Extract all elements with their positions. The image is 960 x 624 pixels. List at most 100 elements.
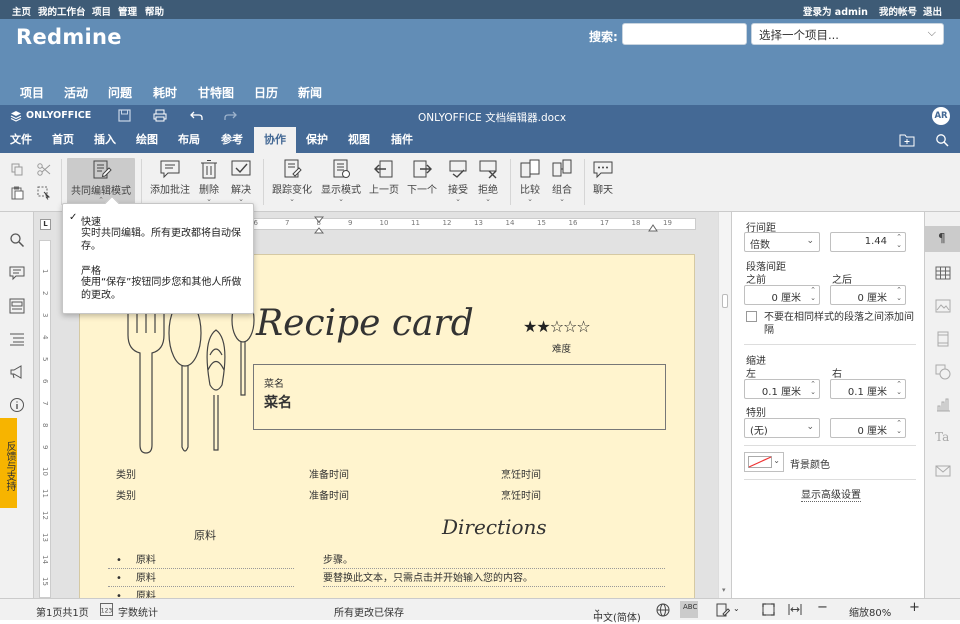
tab-home[interactable]: 首页 xyxy=(44,127,82,153)
language-selector[interactable]: 中文(简体) ⌄ xyxy=(593,604,641,624)
scrollbar-thumb[interactable] xyxy=(722,294,728,308)
co-edit-strict-option[interactable]: 严格 使用“保存”按钮同步您和其他人所做的更改。 xyxy=(63,259,253,305)
special-indent-input[interactable]: 0 厘米 ⌃ ⌄ xyxy=(830,418,906,438)
shape-icon[interactable] xyxy=(935,364,951,380)
cut-icon[interactable] xyxy=(37,163,51,176)
top-link-home[interactable]: 主页 xyxy=(12,4,31,18)
indent-right-input[interactable]: 0.1 厘米 ⌃ ⌄ xyxy=(830,379,906,399)
spinner-icon[interactable]: ⌃ ⌄ xyxy=(810,380,816,396)
track-changes-button[interactable]: 跟踪变化 ⌄ xyxy=(270,159,314,203)
zoom-in-icon[interactable]: + xyxy=(909,600,920,615)
spinner-icon[interactable]: ⌃ ⌄ xyxy=(896,286,902,302)
special-indent-select[interactable]: (无) ⌄ xyxy=(744,418,820,438)
menu-spent-time[interactable]: 耗时 xyxy=(153,84,177,101)
menu-calendar[interactable]: 日历 xyxy=(254,84,278,101)
compare-button[interactable]: 比较 ⌄ xyxy=(516,159,544,203)
accept-change-button[interactable]: 接受 ⌄ xyxy=(444,159,472,203)
co-edit-fast-option[interactable]: ✓ 快速 实时共同编辑。所有更改都将自动保存。 xyxy=(63,210,253,252)
combine-button[interactable]: 组合 ⌄ xyxy=(548,159,576,203)
menu-activity[interactable]: 活动 xyxy=(64,84,88,101)
comments-icon[interactable] xyxy=(9,265,25,281)
top-link-projects[interactable]: 项目 xyxy=(92,4,111,18)
tab-references[interactable]: 参考 xyxy=(212,127,252,153)
logout-link[interactable]: 退出 xyxy=(923,4,942,18)
word-count-button[interactable]: 字数统计 xyxy=(118,604,158,619)
spacing-before-input[interactable]: 0 厘米 ⌃ ⌄ xyxy=(744,285,820,305)
indent-marker-icon[interactable] xyxy=(314,216,324,234)
search-icon[interactable] xyxy=(9,232,25,248)
page-count[interactable]: 第1页共1页 xyxy=(36,604,89,619)
open-folder-icon[interactable] xyxy=(899,133,915,147)
save-icon[interactable] xyxy=(118,109,131,122)
mail-merge-icon[interactable] xyxy=(935,463,951,479)
line-spacing-type-select[interactable]: 倍数 ⌄ xyxy=(744,232,820,252)
vertical-scrollbar[interactable]: ▾ xyxy=(718,212,731,598)
no-space-checkbox[interactable] xyxy=(746,311,757,322)
menu-news[interactable]: 新闻 xyxy=(298,84,322,101)
search-icon[interactable] xyxy=(935,133,949,147)
announcement-icon[interactable] xyxy=(9,364,25,380)
undo-icon[interactable] xyxy=(190,110,203,121)
next-change-button[interactable]: 下一个 xyxy=(405,159,439,196)
feedback-tab[interactable]: 反馈与支持 xyxy=(0,418,17,508)
chevron-down-icon[interactable]: ⌄ xyxy=(733,604,740,613)
copy-icon[interactable] xyxy=(11,163,24,176)
project-jump-select[interactable]: 选择一个项目... ⌵ xyxy=(751,23,944,45)
spinner-icon[interactable]: ⌃ ⌄ xyxy=(896,233,902,249)
paste-icon[interactable] xyxy=(11,186,24,200)
chart-icon[interactable] xyxy=(935,397,951,413)
spellcheck-toggle[interactable]: ABC xyxy=(680,601,698,618)
chat-button[interactable]: 聊天 xyxy=(590,159,616,196)
line-spacing-value-input[interactable]: 1.44 ⌃ ⌄ xyxy=(830,232,906,252)
spinner-icon[interactable]: ⌃ ⌄ xyxy=(896,419,902,435)
menu-issues[interactable]: 问题 xyxy=(108,84,132,101)
right-indent-marker-icon[interactable] xyxy=(648,222,658,232)
indent-left-input[interactable]: 0.1 厘米 ⌃ ⌄ xyxy=(744,379,820,399)
top-link-my-page[interactable]: 我的工作台 xyxy=(38,4,86,18)
search-input[interactable] xyxy=(622,23,747,45)
tab-layout[interactable]: 布局 xyxy=(170,127,208,153)
zoom-level[interactable]: 缩放80% xyxy=(849,604,891,619)
top-link-admin[interactable]: 管理 xyxy=(118,4,137,18)
menu-gantt[interactable]: 甘特图 xyxy=(198,84,234,101)
zoom-out-icon[interactable]: − xyxy=(817,600,828,615)
top-link-help[interactable]: 帮助 xyxy=(145,4,164,18)
background-color-picker[interactable]: ⌄ xyxy=(744,452,784,472)
scroll-down-icon[interactable]: ▾ xyxy=(722,586,726,594)
spacing-after-input[interactable]: 0 厘米 ⌃ ⌄ xyxy=(830,285,906,305)
tab-file[interactable]: 文件 xyxy=(2,127,40,153)
spinner-icon[interactable]: ⌃ ⌄ xyxy=(810,286,816,302)
vertical-ruler[interactable]: 12345678910111213141516 xyxy=(39,240,51,598)
text-art-icon[interactable]: Ta xyxy=(935,430,951,446)
reject-change-button[interactable]: 拒绝 ⌄ xyxy=(475,159,501,203)
user-avatar[interactable]: AR xyxy=(932,107,950,125)
tab-view[interactable]: 视图 xyxy=(340,127,378,153)
table-icon[interactable] xyxy=(935,265,951,281)
delete-comment-button[interactable]: 删除 ⌄ xyxy=(196,159,222,203)
track-changes-status-icon[interactable] xyxy=(716,603,730,617)
fit-page-icon[interactable] xyxy=(762,603,775,616)
redo-icon[interactable] xyxy=(224,110,237,121)
print-icon[interactable] xyxy=(153,109,167,122)
info-icon[interactable] xyxy=(9,397,25,413)
display-mode-button[interactable]: 显示模式 ⌄ xyxy=(318,159,364,203)
show-advanced-settings-link[interactable]: 显示高级设置 xyxy=(801,486,861,502)
headings-icon[interactable] xyxy=(9,331,25,347)
header-footer-icon[interactable] xyxy=(935,331,951,347)
paragraph-settings-tab[interactable]: ¶ xyxy=(925,226,960,252)
tab-protection[interactable]: 保护 xyxy=(298,127,336,153)
spinner-icon[interactable]: ⌃ ⌄ xyxy=(896,380,902,396)
tab-collaboration[interactable]: 协作 xyxy=(254,127,296,153)
menu-projects[interactable]: 项目 xyxy=(20,84,44,101)
previous-change-button[interactable]: 上一页 xyxy=(368,159,400,196)
resolve-comment-button[interactable]: 解决 ⌄ xyxy=(227,159,255,203)
fit-width-icon[interactable] xyxy=(788,603,802,616)
select-all-icon[interactable] xyxy=(37,186,51,200)
add-comment-button[interactable]: 添加批注 xyxy=(148,159,192,196)
my-account-link[interactable]: 我的帐号 xyxy=(879,4,917,18)
redmine-logo[interactable]: Redmine xyxy=(16,25,122,49)
tab-insert[interactable]: 插入 xyxy=(86,127,124,153)
tab-draw[interactable]: 绘图 xyxy=(128,127,166,153)
image-icon[interactable] xyxy=(935,298,951,314)
navigation-icon[interactable] xyxy=(9,298,25,314)
